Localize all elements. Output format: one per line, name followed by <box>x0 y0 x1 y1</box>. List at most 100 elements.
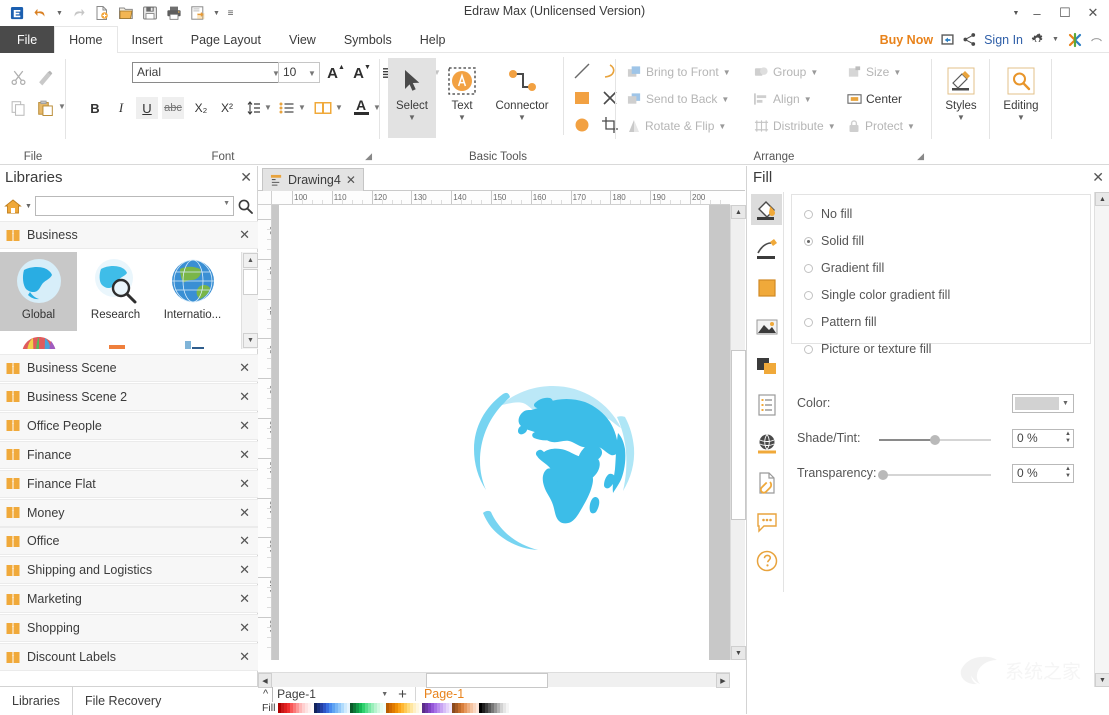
fill-option-single-color-gradient-fill[interactable]: Single color gradient fill <box>804 288 950 302</box>
shade-tint-spin-down[interactable]: ▼ <box>1065 438 1071 445</box>
library-list-item-close-icon[interactable]: ✕ <box>239 476 250 492</box>
text-tool-button[interactable]: Text ▼ <box>438 58 486 138</box>
send-to-back-button[interactable]: Send to Back ▼ <box>624 88 732 110</box>
no-fill-radio[interactable] <box>804 209 813 219</box>
text-box-icon[interactable] <box>311 97 335 119</box>
distribute-button[interactable]: Distribute ▼ <box>751 115 839 137</box>
library-list-item-close-icon[interactable]: ✕ <box>239 447 250 463</box>
center-button[interactable]: Center <box>844 88 905 110</box>
library-list-item[interactable]: Finance Flat ✕ <box>0 469 258 498</box>
fill-tool-icon[interactable] <box>751 194 782 225</box>
libraries-search-dropdown-icon[interactable]: ▼ <box>223 200 230 207</box>
styles-dropdown-icon[interactable]: ▼ <box>957 113 965 122</box>
connector-tool-button[interactable]: Connector ▼ <box>488 58 556 138</box>
shape-item-international[interactable]: Internatio... <box>154 252 231 331</box>
transparency-input[interactable]: 0 % ▲ ▼ <box>1012 463 1074 483</box>
library-category-business[interactable]: Business ✕ <box>0 221 258 249</box>
page-selector-dropdown-icon[interactable]: ▼ <box>381 691 388 698</box>
fill-panel-close-icon[interactable]: ✕ <box>1092 169 1104 186</box>
buy-now-link[interactable]: Buy Now <box>880 33 933 47</box>
canvas-vertical-scrollbar[interactable]: ▲ ▼ <box>730 205 746 660</box>
library-list-item[interactable]: Discount Labels ✕ <box>0 643 258 671</box>
paste-icon[interactable] <box>33 96 57 120</box>
size-button[interactable]: Size ▼ <box>844 61 904 83</box>
picture-or-texture-fill-radio[interactable] <box>804 344 813 354</box>
shape-item-buildings[interactable] <box>77 331 154 349</box>
tab-libraries[interactable]: Libraries <box>0 686 73 715</box>
underline-button[interactable]: U <box>136 97 158 119</box>
text-tool-dropdown-icon[interactable]: ▼ <box>458 113 466 122</box>
library-list-item-close-icon[interactable]: ✕ <box>239 562 250 578</box>
apps-icon[interactable] <box>1067 32 1083 48</box>
canvas-scroll-down-button[interactable]: ▼ <box>731 646 746 660</box>
select-tool-button[interactable]: Select ▼ <box>388 58 436 138</box>
shade-tint-slider-knob[interactable] <box>930 435 940 445</box>
library-list-item[interactable]: Shipping and Logistics ✕ <box>0 556 258 585</box>
fill-option-pattern-fill[interactable]: Pattern fill <box>804 315 877 329</box>
canvas-scroll-up-button[interactable]: ▲ <box>731 205 746 219</box>
fill-color-swatches[interactable] <box>278 703 510 713</box>
select-tool-dropdown-icon[interactable]: ▼ <box>408 113 416 122</box>
shape-scroll-up-button[interactable]: ▲ <box>243 253 258 268</box>
shade-tint-slider[interactable] <box>879 434 991 446</box>
fill-option-gradient-fill[interactable]: Gradient fill <box>804 261 884 275</box>
fill-color-picker[interactable]: ▼ <box>1012 393 1074 413</box>
library-list-item[interactable]: Office ✕ <box>0 527 258 556</box>
rectangle-tool-icon[interactable] <box>570 86 594 110</box>
tab-help[interactable]: Help <box>406 26 460 53</box>
document-tab-drawing4[interactable]: Drawing4 ✕ <box>262 168 364 191</box>
shape-item-global[interactable]: Global <box>0 252 77 331</box>
library-list-item-close-icon[interactable]: ✕ <box>239 620 250 636</box>
globe-shape[interactable] <box>449 375 649 560</box>
line-spacing-dropdown-icon[interactable]: ▼ <box>264 103 272 112</box>
align-dropdown-icon[interactable]: ▼ <box>804 95 812 104</box>
text-box-dropdown-icon[interactable]: ▼ <box>335 103 343 112</box>
canvas-vertical-scroll-thumb[interactable] <box>731 350 746 520</box>
layers-tool-icon[interactable] <box>751 350 782 381</box>
connector-tool-dropdown-icon[interactable]: ▼ <box>518 113 526 122</box>
library-list-item[interactable]: Business Scene ✕ <box>0 354 258 382</box>
align-button[interactable]: Align ▼ <box>751 88 815 110</box>
library-list-item[interactable]: Shopping ✕ <box>0 614 258 643</box>
chevron-up-icon[interactable]: ^ <box>263 688 268 700</box>
tab-insert[interactable]: Insert <box>118 26 177 53</box>
tab-symbols[interactable]: Symbols <box>330 26 406 53</box>
shadow-tool-icon[interactable] <box>751 272 782 303</box>
font-dialog-launcher[interactable]: ◢ <box>365 151 372 162</box>
libraries-search-input[interactable]: ▼ <box>34 196 234 216</box>
fill-panel-scrollbar[interactable]: ▲ ▼ <box>1094 192 1109 687</box>
ellipse-tool-icon[interactable] <box>570 113 594 137</box>
library-list-item-close-icon[interactable]: ✕ <box>239 591 250 607</box>
font-color-icon[interactable]: A <box>349 95 373 119</box>
library-list-item[interactable]: Finance ✕ <box>0 440 258 469</box>
arrange-dialog-launcher[interactable]: ◢ <box>917 151 924 162</box>
tab-file-recovery[interactable]: File Recovery <box>73 687 173 715</box>
help-tool-icon[interactable] <box>751 545 782 576</box>
single-color-gradient-fill-radio[interactable] <box>804 290 813 300</box>
line-spacing-icon[interactable] <box>242 97 264 119</box>
bring-to-front-dropdown-icon[interactable]: ▼ <box>723 68 731 77</box>
minimize-button[interactable]: – <box>1023 1 1051 25</box>
picture-tool-icon[interactable] <box>751 311 782 342</box>
group-button[interactable]: Group ▼ <box>751 61 821 83</box>
fill-option-solid-fill[interactable]: Solid fill <box>804 234 864 248</box>
cloud-icon[interactable] <box>940 32 955 47</box>
transparency-slider[interactable] <box>878 469 991 481</box>
line-tool-icon[interactable] <box>570 59 594 83</box>
library-list-item-close-icon[interactable]: ✕ <box>239 505 250 521</box>
library-list-item-close-icon[interactable]: ✕ <box>239 533 250 549</box>
protect-button[interactable]: Protect ▼ <box>844 115 918 137</box>
drawing-page[interactable] <box>279 205 709 660</box>
shade-tint-spin-up[interactable]: ▲ <box>1065 431 1071 438</box>
close-button[interactable]: ✕ <box>1079 1 1107 25</box>
properties-tool-icon[interactable] <box>751 389 782 420</box>
shape-scroll-thumb[interactable] <box>243 269 258 295</box>
transparency-spin-up[interactable]: ▲ <box>1065 466 1071 473</box>
fill-panel-scroll-down-button[interactable]: ▼ <box>1095 673 1109 687</box>
library-list-item[interactable]: Money ✕ <box>0 498 258 527</box>
home-icon[interactable] <box>4 198 22 215</box>
home-dropdown-icon[interactable]: ▼ <box>25 203 32 210</box>
fill-color-dropdown-icon[interactable]: ▼ <box>1062 400 1069 407</box>
format-painter-icon[interactable] <box>33 65 57 89</box>
hyperlink-tool-icon[interactable] <box>751 428 782 459</box>
